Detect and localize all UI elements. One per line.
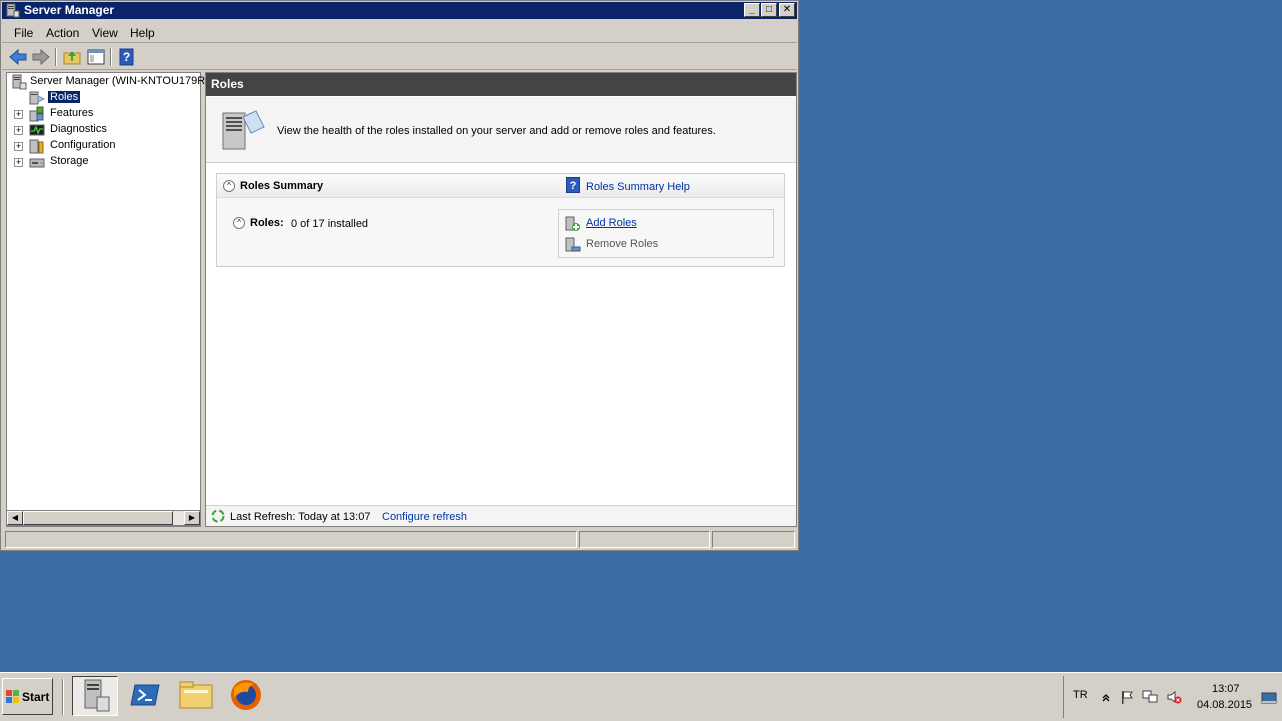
volume-muted-icon[interactable] <box>1166 689 1182 705</box>
windows-logo-icon <box>6 690 19 703</box>
tree-item-label: Roles <box>48 91 81 103</box>
expand-icon[interactable]: + <box>14 110 23 119</box>
intro-panel: View the health of the roles installed o… <box>206 97 796 163</box>
taskbar-powershell[interactable] <box>124 676 170 716</box>
clock-time[interactable]: 13:07 <box>1212 683 1240 695</box>
storage-icon <box>29 158 45 168</box>
minimize-button[interactable]: _ <box>744 3 760 17</box>
tree-root-label: Server Manager (WIN-KNTOU179R <box>30 75 206 87</box>
refresh-icon <box>211 509 225 523</box>
roles-label: Roles: <box>250 217 284 229</box>
title-bar[interactable]: Server Manager _ □ ✕ <box>2 2 797 19</box>
menu-view[interactable]: View <box>92 26 118 40</box>
action-center-flag-icon[interactable] <box>1119 689 1135 705</box>
add-roles-link[interactable]: Add Roles <box>586 217 637 229</box>
start-label: Start <box>22 690 50 704</box>
collapse-icon[interactable]: ^ <box>223 180 235 192</box>
remove-roles-link[interactable]: Remove Roles <box>586 238 658 250</box>
expand-icon[interactable]: + <box>14 158 23 167</box>
server-manager-icon <box>84 679 110 712</box>
scroll-thumb[interactable] <box>23 511 173 525</box>
features-icon <box>29 106 44 122</box>
content-pane: Roles View the health of the roles insta… <box>205 72 797 527</box>
show-hidden-icons-icon[interactable] <box>1098 689 1114 705</box>
clock-date[interactable]: 04.08.2015 <box>1197 699 1252 711</box>
roles-summary-help-link[interactable]: Roles Summary Help <box>586 181 690 193</box>
add-roles-icon <box>565 216 580 231</box>
help-icon[interactable]: ? <box>566 177 580 193</box>
status-panel <box>5 531 577 548</box>
help-icon[interactable]: ? <box>116 47 138 67</box>
expand-icon[interactable]: + <box>14 126 23 135</box>
collapse-icon[interactable]: ^ <box>233 217 245 229</box>
tree-item-label: Configuration <box>50 139 116 151</box>
tree-horizontal-scrollbar[interactable]: ◀ ▶ <box>6 510 201 526</box>
intro-text: View the health of the roles installed o… <box>277 125 716 137</box>
close-button[interactable]: ✕ <box>779 3 795 17</box>
roles-summary-title: Roles Summary <box>240 180 324 192</box>
configure-refresh-link[interactable]: Configure refresh <box>382 511 467 523</box>
menu-file[interactable]: File <box>14 26 33 40</box>
firefox-icon <box>231 680 261 710</box>
arrow-left-icon[interactable] <box>7 47 29 67</box>
toolbar-separator <box>110 48 112 66</box>
scroll-left-icon[interactable]: ◀ <box>7 511 23 525</box>
tree-item-label: Diagnostics <box>50 123 107 135</box>
toolbar-separator <box>55 48 57 66</box>
roles-actions-panel: Add Roles Remove Roles <box>558 209 774 258</box>
tree-root[interactable]: Server Manager (WIN-KNTOU179R <box>7 74 205 90</box>
roles-summary-panel: ^ Roles Summary ? Roles Summary Help ^ R… <box>216 173 785 267</box>
show-desktop-icon[interactable] <box>1261 690 1277 706</box>
arrow-right-icon[interactable] <box>30 47 52 67</box>
menu-help[interactable]: Help <box>130 26 155 40</box>
configuration-icon <box>29 139 44 154</box>
server-manager-icon <box>6 3 20 18</box>
folder-up-icon[interactable] <box>61 47 83 67</box>
expand-icon[interactable]: + <box>14 142 23 151</box>
powershell-icon <box>130 684 160 706</box>
taskbar-explorer[interactable] <box>174 676 220 716</box>
taskbar-server-manager[interactable] <box>72 676 118 716</box>
menu-bar: File Action View Help <box>2 22 797 43</box>
menu-action[interactable]: Action <box>46 26 79 40</box>
roles-summary-header: ^ Roles Summary ? Roles Summary Help <box>217 174 784 198</box>
tree-item-label: Storage <box>50 155 89 167</box>
taskbar: Start TR 13:07 04.08.2015 <box>0 672 1282 721</box>
diagnostics-icon <box>29 124 45 136</box>
start-button[interactable]: Start <box>2 678 53 715</box>
server-manager-window: Server Manager _ □ ✕ File Action View He… <box>0 0 799 551</box>
window-title: Server Manager <box>24 3 115 17</box>
language-indicator[interactable]: TR <box>1073 689 1088 701</box>
maximize-button[interactable]: □ <box>761 3 777 17</box>
system-tray: TR 13:07 04.08.2015 <box>1063 676 1280 718</box>
roles-icon <box>29 91 45 105</box>
taskbar-separator <box>62 679 64 715</box>
content-header: Roles <box>206 73 796 96</box>
console-tree: Server Manager (WIN-KNTOU179R Roles + Fe… <box>6 72 205 527</box>
status-panel <box>579 531 710 548</box>
refresh-bar: Last Refresh: Today at 13:07 Configure r… <box>206 505 796 526</box>
roles-count: 0 of 17 installed <box>291 218 369 230</box>
svg-text:?: ? <box>123 50 130 64</box>
tree-item-label: Features <box>50 107 94 119</box>
console-tree-icon[interactable] <box>85 47 107 67</box>
roles-large-icon <box>222 110 265 150</box>
toolbar: ? <box>2 44 797 70</box>
network-icon[interactable] <box>1142 689 1158 705</box>
scroll-right-icon[interactable]: ▶ <box>184 511 200 525</box>
status-panel <box>712 531 795 548</box>
folder-icon <box>179 681 213 709</box>
remove-roles-icon <box>565 237 581 252</box>
server-icon <box>12 74 27 90</box>
taskbar-firefox[interactable] <box>224 676 270 716</box>
last-refresh-text: Last Refresh: Today at 13:07 <box>230 511 371 523</box>
status-bar <box>2 530 797 549</box>
